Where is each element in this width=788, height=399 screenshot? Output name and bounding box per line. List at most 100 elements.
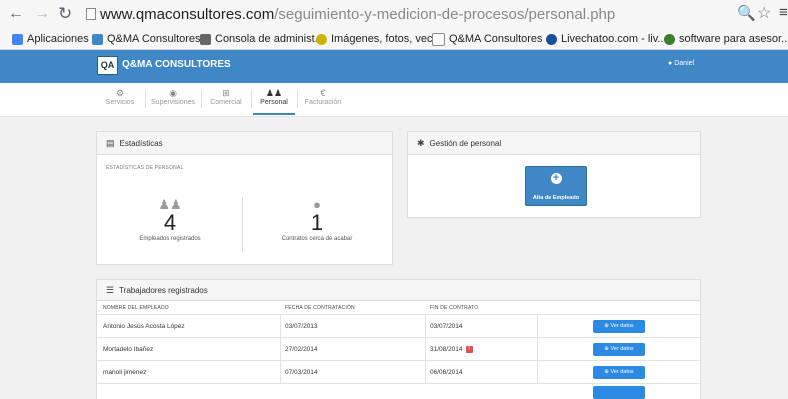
employees-count: 4 (163, 210, 177, 235)
employees-label: Empleados registrados (139, 236, 201, 242)
column-header: FIN DE CONTRATO (430, 305, 479, 311)
url-host: www.qmaconsultores.com (100, 6, 275, 23)
table-row: manoli jimenez 07/03/2014 06/06/2014 ⊕ V… (97, 361, 702, 383)
column-divider (425, 315, 426, 337)
contract-end-date: 31/08/2014! (430, 346, 473, 353)
gear-icon: ✱ (417, 137, 425, 148)
site-favicon-icon (92, 33, 103, 45)
workers-panel: ☰ Trabajadores registrados NOMBRE DEL EM… (96, 279, 702, 399)
view-details-button[interactable]: ⊕ Ver datos (593, 343, 645, 356)
tab-supervisiones[interactable]: ◉ Supervisiones (147, 83, 199, 115)
add-employee-button[interactable]: + Alta de Empleado (525, 166, 587, 206)
view-details-button[interactable]: ⊕ Ver datos (593, 366, 645, 379)
tab-personal[interactable]: ♟♟ Personal (253, 83, 295, 115)
stats-divider (242, 197, 243, 252)
address-bar[interactable]: www.qmaconsultores.com/seguimiento-y-med… (100, 5, 615, 24)
table-row: Antonio Jesús Acosta López 03/07/2013 03… (97, 315, 702, 337)
plus-circle-icon: + (550, 173, 562, 184)
gestion-panel-header: ✱ Gestión de personal (408, 132, 700, 155)
user-name: Daniel (674, 60, 695, 67)
users-icon: ♟♟ (265, 88, 283, 98)
bookmark-item[interactable]: Aplicaciones (12, 31, 89, 47)
hire-date: 03/07/2013 (285, 323, 318, 330)
cart-icon: ⊞ (222, 88, 230, 98)
star-bookmark-icon[interactable]: ☆ (757, 3, 771, 23)
app-header: QA Q&MA CONSULTORES ● Daniel (0, 50, 788, 83)
reload-icon[interactable]: ↻ (58, 4, 72, 24)
services-icon: ⚙ (115, 88, 125, 98)
hire-date: 27/02/2014 (285, 346, 318, 353)
tab-divider (145, 90, 146, 108)
add-employee-label: Alta de Empleado (532, 195, 580, 201)
bookmark-item[interactable]: software para asesor... (664, 31, 788, 47)
chat-favicon-icon (546, 33, 557, 45)
browser-toolbar: ← → ↻ www.qmaconsultores.com/seguimiento… (0, 0, 788, 29)
forward-arrow-icon[interactable]: → (34, 4, 50, 24)
euro-icon: € (320, 88, 326, 98)
eye-icon: ◉ (169, 88, 177, 98)
gestion-title: Gestión de personal (429, 138, 502, 148)
page-icon (86, 8, 96, 20)
user-icon: ● (668, 60, 673, 67)
column-divider (280, 338, 281, 360)
column-divider (425, 338, 426, 360)
bookmark-item[interactable]: Q&MA Consultores ... (432, 31, 555, 47)
module-tabs: ⚙ Servicios ◉ Supervisiones ⊞ Comercial ♟♟ P… (0, 83, 788, 117)
contract-end-date: 06/06/2014 (430, 369, 463, 376)
employee-name: Antonio Jesús Acosta López (103, 323, 185, 330)
contracts-stat: ● 1 Contratos cerca de acabar (262, 198, 372, 243)
column-divider (537, 361, 538, 383)
tab-facturacion[interactable]: € Facturación (299, 83, 347, 115)
gestion-panel: ✱ Gestión de personal + Alta de Empleado (407, 131, 701, 218)
employees-stat: ♟♟ 4 Empleados registrados (115, 198, 225, 243)
row-divider (97, 383, 702, 384)
hire-date: 07/03/2014 (285, 369, 318, 376)
stats-subtitle: ESTADÍSTICAS DE PERSONAL (106, 165, 184, 171)
workers-title: Trabajadores registrados (119, 285, 208, 295)
column-divider (425, 361, 426, 383)
stats-icon: ▤ (106, 137, 115, 148)
tab-divider (297, 90, 298, 108)
bookmark-item[interactable]: Livechatoo.com - liv... (546, 31, 667, 47)
contracts-count: 1 (310, 210, 324, 235)
bookmarks-bar: Aplicaciones Q&MA Consultores Consola de… (0, 29, 788, 50)
contract-end-date: 03/07/2014 (430, 323, 463, 330)
workers-panel-header: ☰ Trabajadores registrados (97, 280, 700, 301)
menu-icon[interactable]: ≡ (779, 4, 788, 21)
tab-comercial[interactable]: ⊞ Comercial (203, 83, 249, 115)
warning-icon: ! (465, 346, 473, 353)
column-header: NOMBRE DEL EMPLEADO (103, 305, 169, 311)
tab-divider (201, 90, 202, 108)
shield-favicon-icon (664, 33, 675, 45)
view-details-button[interactable] (593, 386, 645, 399)
column-header: FECHA DE CONTRATACIÓN (285, 305, 355, 311)
column-divider (537, 338, 538, 360)
settings-favicon-icon (200, 33, 211, 45)
search-zoom-icon[interactable]: 🔍 (737, 4, 756, 22)
bookmark-item[interactable]: Q&MA Consultores (92, 31, 201, 47)
brand-logo[interactable]: QA (97, 56, 118, 75)
employee-name: Mortadelo Ibañez (103, 346, 154, 353)
contracts-label: Contratos cerca de acabar (281, 236, 353, 242)
stats-panel: ▤ Estadísticas ESTADÍSTICAS DE PERSONAL … (96, 131, 393, 265)
bookmark-item[interactable]: Imágenes, fotos, vec... (316, 31, 442, 47)
table-row: Mortadelo Ibañez 27/02/2014 31/08/2014! … (97, 338, 702, 360)
list-icon: ☰ (106, 284, 115, 295)
column-divider (280, 315, 281, 337)
user-menu[interactable]: ● Daniel (668, 60, 694, 67)
stats-panel-header: ▤ Estadísticas (97, 132, 392, 155)
employee-name: manoli jimenez (103, 369, 147, 376)
url-path: /seguimiento-y-medicion-de-procesos/pers… (274, 6, 616, 23)
page-icon (432, 32, 445, 46)
stats-title: Estadísticas (119, 138, 163, 148)
bookmark-item[interactable]: Consola de administ... (200, 31, 324, 47)
tab-servicios[interactable]: ⚙ Servicios (97, 83, 143, 115)
brand-name[interactable]: Q&MA CONSULTORES (122, 59, 231, 70)
tab-divider (251, 90, 252, 108)
back-arrow-icon[interactable]: ← (8, 4, 24, 24)
column-divider (537, 315, 538, 337)
view-details-button[interactable]: ⊕ Ver datos (593, 320, 645, 333)
apps-grid-icon (12, 33, 23, 45)
column-divider (280, 361, 281, 383)
image-favicon-icon (316, 33, 327, 45)
